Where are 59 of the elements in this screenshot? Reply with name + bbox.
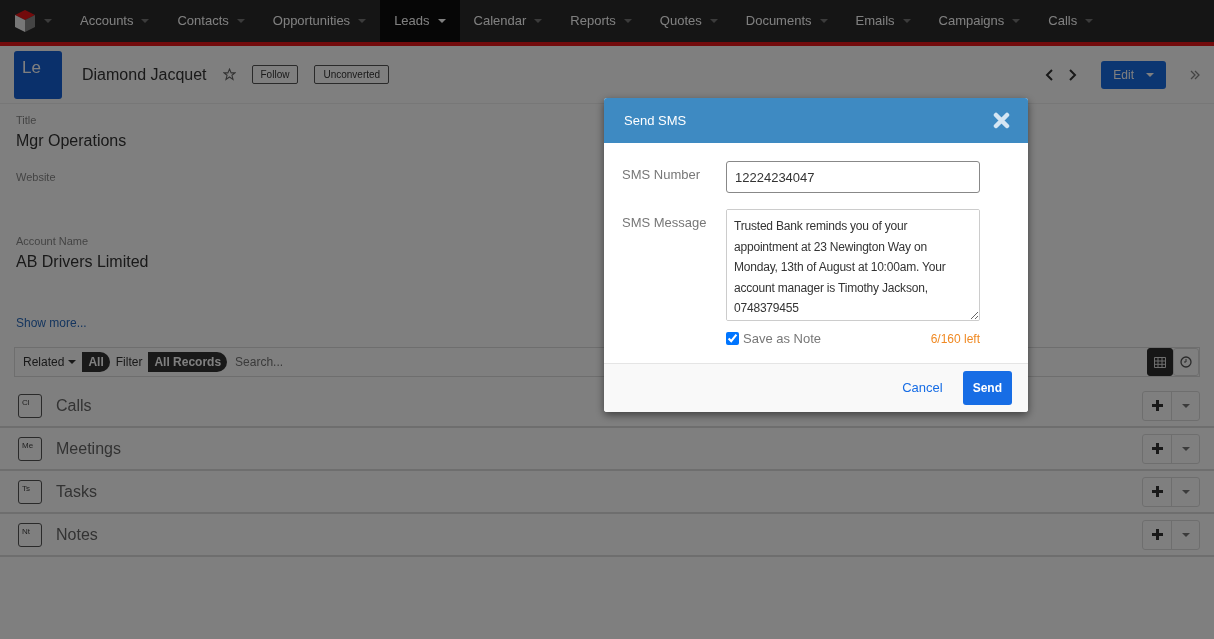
- field-label: SMS Number: [622, 166, 702, 184]
- save-note-checkbox[interactable]: [726, 332, 739, 346]
- caret-icon[interactable]: [1181, 446, 1190, 451]
- nav-menu-item[interactable]: Opportunities: [258, 0, 381, 42]
- nav-menu-item[interactable]: Quotes: [645, 0, 732, 42]
- clock-icon[interactable]: [1180, 356, 1192, 368]
- number-input[interactable]: 12224234047: [726, 161, 980, 193]
- star-icon[interactable]: [222, 68, 236, 81]
- status-badge: Unconverted: [314, 65, 390, 84]
- nav-menu-item[interactable]: Campaigns: [924, 0, 1035, 42]
- nav-menu-item[interactable]: Reports: [556, 0, 646, 42]
- field-label: Website: [16, 169, 56, 185]
- related-dropdown[interactable]: Related: [23, 353, 77, 371]
- dialog-title: Send SMS: [624, 111, 687, 130]
- message-textarea[interactable]: Trusted Bank reminds you of your appointment at 23 Newington Way on Monday, 13th of August at 10:00am. Your account manager is Timothy Jackson, 0748379455: [726, 209, 980, 321]
- subpanel-title[interactable]: Meetings: [56, 436, 1128, 461]
- caret-icon[interactable]: [1181, 403, 1190, 408]
- nav-menu-item[interactable]: Contacts: [163, 0, 259, 42]
- next-icon[interactable]: [1069, 68, 1078, 81]
- follow-button[interactable]: Follow: [251, 65, 299, 84]
- cube-logo-icon[interactable]: [14, 9, 36, 33]
- show-more-link[interactable]: Show more...: [16, 313, 87, 332]
- module-badge: Me: [18, 436, 42, 461]
- module-badge: Nt: [18, 522, 42, 547]
- edit-button[interactable]: Edit: [1101, 60, 1166, 89]
- plus-icon[interactable]: [1151, 443, 1163, 454]
- checkbox-label: Save as Note: [743, 330, 822, 348]
- subpanel-title[interactable]: Notes: [56, 522, 1128, 547]
- subpanel-title[interactable]: Tasks: [56, 479, 1128, 504]
- caret-icon[interactable]: [1181, 489, 1190, 494]
- filter-label: Filter: [115, 354, 143, 371]
- close-icon[interactable]: [993, 112, 1010, 129]
- nav-menu-item[interactable]: Emails: [841, 0, 925, 42]
- caret-icon[interactable]: [1181, 532, 1190, 537]
- search-field[interactable]: Search...: [233, 352, 1141, 372]
- field-label: SMS Message: [622, 214, 708, 232]
- send-button[interactable]: Send: [962, 370, 1012, 405]
- nav-menu-item[interactable]: Accounts: [66, 0, 164, 42]
- double-chevron-icon[interactable]: [1190, 69, 1200, 80]
- nav-menu-item[interactable]: Leads: [380, 0, 460, 42]
- module-badge: Cl: [18, 393, 42, 418]
- record-avatar: Le: [14, 50, 62, 99]
- records-filter-pill[interactable]: All Records: [148, 352, 228, 372]
- field-value: AB Drivers Limited: [16, 251, 149, 272]
- nav-menu-item[interactable]: Calendar: [459, 0, 557, 42]
- character-counter: 6/160 left: [930, 330, 980, 348]
- record-name: Diamond Jacquet: [82, 64, 207, 85]
- nav-menu-item[interactable]: Documents: [731, 0, 842, 42]
- field-label: Title: [16, 113, 37, 128]
- related-filter-pill[interactable]: All: [82, 352, 110, 372]
- plus-icon[interactable]: [1151, 400, 1163, 411]
- plus-icon[interactable]: [1151, 486, 1163, 497]
- previous-icon[interactable]: [1045, 68, 1054, 81]
- module-badge: Ts: [18, 479, 42, 504]
- field-label: Account Name: [16, 234, 89, 249]
- field-value: Mgr Operations: [16, 130, 127, 151]
- nav-menu-item[interactable]: Calls: [1034, 0, 1108, 42]
- grid-icon[interactable]: [1154, 356, 1166, 368]
- plus-icon[interactable]: [1151, 529, 1163, 540]
